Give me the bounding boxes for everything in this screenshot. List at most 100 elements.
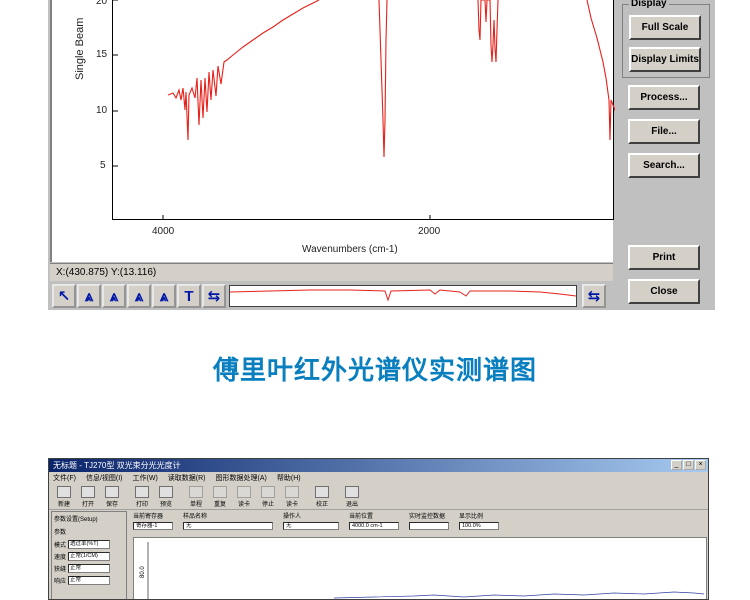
menu-file[interactable]: 文件(F) xyxy=(53,473,76,483)
display-limits-button[interactable]: Display Limits xyxy=(629,47,701,72)
save-button[interactable]: 保存 xyxy=(101,485,123,509)
single-run-icon xyxy=(189,485,203,498)
new-button[interactable]: 新建 xyxy=(53,485,75,509)
exit-icon xyxy=(345,485,359,498)
speed-select[interactable]: 正常(1/CM) xyxy=(68,552,111,561)
repeat-label: 重复 xyxy=(213,501,226,508)
speed-label: 速度 xyxy=(54,555,67,561)
print-button[interactable]: 打印 xyxy=(131,485,153,509)
operator-label: 操作人 xyxy=(283,514,302,520)
overview-strip[interactable] xyxy=(229,285,577,307)
x-tick-4000: 4000 xyxy=(152,226,175,237)
repeat-icon xyxy=(213,485,227,498)
peak-tool-icon[interactable]: ⩓ xyxy=(77,284,101,308)
expand-tool-icon[interactable]: ⇆ xyxy=(202,284,226,308)
scale-label: 显示比例 xyxy=(459,514,484,520)
close-icon[interactable]: × xyxy=(695,460,706,470)
print-icon xyxy=(135,485,149,498)
read2-button[interactable]: 读卡 xyxy=(281,485,303,509)
preview-icon xyxy=(159,485,173,498)
response-label: 响应 xyxy=(54,579,67,585)
y-tick-10: 10 xyxy=(96,105,108,116)
sample-value[interactable]: 无 xyxy=(183,522,273,530)
display-group-title: Display xyxy=(629,0,669,9)
response-select[interactable]: 正常 xyxy=(68,576,111,585)
open-label: 打开 xyxy=(81,501,94,508)
process-button[interactable]: Process... xyxy=(628,85,700,110)
repeat-button[interactable]: 重复 xyxy=(209,485,231,509)
monitor-value xyxy=(409,522,449,530)
exit-button[interactable]: 退出 xyxy=(341,485,363,509)
operator-value[interactable]: 无 xyxy=(283,522,339,530)
new-label: 新建 xyxy=(57,501,70,508)
open-button[interactable]: 打开 xyxy=(77,485,99,509)
position-value: 4000.0 cm-1 xyxy=(349,522,399,530)
single-run-label: 单程 xyxy=(189,501,202,508)
read-label: 读卡 xyxy=(237,501,250,508)
preview-label: 预览 xyxy=(159,501,172,508)
cursor-readout: X:(430.875) Y:(13.116) xyxy=(50,263,613,281)
command-panel: Display Full Scale Display Limits Proces… xyxy=(616,0,715,310)
full-scale-button[interactable]: Full Scale xyxy=(629,15,701,40)
spectrum-window: Single Beam 20 15 10 5 4000 2000 Wavenum… xyxy=(48,0,715,310)
mode-select[interactable]: 透过率(%T) xyxy=(68,540,111,549)
print-label: 打印 xyxy=(135,501,148,508)
pointer-tool-icon[interactable]: ↖ xyxy=(52,284,76,308)
stop-label: 停止 xyxy=(261,501,274,508)
print-button[interactable]: Print xyxy=(628,245,700,270)
menu-bar: 文件(F) 信息/视图(I) 工作(W) 读取数据(R) 图形数据处理(A) 帮… xyxy=(49,472,708,484)
spectrum-plot[interactable] xyxy=(112,0,615,220)
maximize-icon[interactable]: □ xyxy=(683,460,694,470)
stop-button[interactable]: 停止 xyxy=(257,485,279,509)
slit-select[interactable]: 正常 xyxy=(68,564,111,573)
window-title-bar: 无标题 - TJ270型 双光束分光光度计 _ □ × xyxy=(49,459,708,472)
search-button[interactable]: Search... xyxy=(628,153,700,178)
plot-toolbar: ↖ ⩓ ⩓ ⩓ ⩓ T ⇆ ⇆ xyxy=(52,283,667,309)
plot-panel: Single Beam 20 15 10 5 4000 2000 Wavenum… xyxy=(50,0,615,262)
text-tool-icon[interactable]: T xyxy=(177,284,201,308)
overview-spectrum xyxy=(229,289,577,302)
file-button[interactable]: File... xyxy=(628,119,700,144)
param-group-title: 参数 xyxy=(54,530,67,536)
read2-icon xyxy=(285,485,299,498)
spectrophotometer-window: 无标题 - TJ270型 双光束分光光度计 _ □ × 文件(F) 信息/视图(… xyxy=(48,458,709,600)
register-value[interactable]: 寄存器-1 xyxy=(133,522,173,530)
exit-label: 退出 xyxy=(345,501,358,508)
menu-info-view[interactable]: 信息/视图(I) xyxy=(86,473,123,483)
menu-read-data[interactable]: 读取数据(R) xyxy=(168,473,206,483)
preview-button[interactable]: 预览 xyxy=(155,485,177,509)
y-tick-20: 20 xyxy=(96,0,108,7)
calibrate-button[interactable]: 校正 xyxy=(311,485,333,509)
figure-caption: 傅里叶红外光谱仪实测谱图 xyxy=(212,356,537,386)
height-tool-icon[interactable]: ⩓ xyxy=(127,284,151,308)
mode-label: 模式 xyxy=(54,543,67,549)
x-tick-2000: 2000 xyxy=(418,226,441,237)
open-icon xyxy=(81,485,95,498)
menu-work[interactable]: 工作(W) xyxy=(133,473,158,483)
new-icon xyxy=(57,485,71,498)
register-label: 当前寄存器 xyxy=(133,514,164,520)
overview-swap-icon[interactable]: ⇆ xyxy=(582,284,606,308)
spectrum-trace xyxy=(167,0,615,158)
param-tab[interactable]: 参数设置(Setup) xyxy=(54,514,124,523)
position-label: 当前位置 xyxy=(349,514,374,520)
close-button[interactable]: Close xyxy=(628,279,700,304)
area-tool-icon[interactable]: ⩓ xyxy=(152,284,176,308)
y-tick-15: 15 xyxy=(96,49,108,60)
scale-value[interactable]: 100.0% xyxy=(459,522,499,530)
measurement-chart[interactable]: 80.0 xyxy=(133,537,707,599)
measurement-trace xyxy=(333,591,705,599)
peak-pick-tool-icon[interactable]: ⩓ xyxy=(102,284,126,308)
menu-help[interactable]: 帮助(H) xyxy=(277,473,301,483)
menu-graph-processing[interactable]: 图形数据处理(A) xyxy=(216,473,267,483)
window-title: 无标题 - TJ270型 双光束分光光度计 xyxy=(53,461,181,470)
minimize-icon[interactable]: _ xyxy=(671,460,682,470)
overview-trace xyxy=(229,289,577,302)
save-icon xyxy=(105,485,119,498)
read-button[interactable]: 读卡 xyxy=(233,485,255,509)
info-header: 当前寄存器 寄存器-1 样品名称无 操作人无 当前位置 4000.0 cm-1 实时… xyxy=(133,511,499,531)
calibrate-icon xyxy=(315,485,329,498)
single-run-button[interactable]: 单程 xyxy=(185,485,207,509)
read2-label: 读卡 xyxy=(285,501,298,508)
save-label: 保存 xyxy=(105,501,118,508)
